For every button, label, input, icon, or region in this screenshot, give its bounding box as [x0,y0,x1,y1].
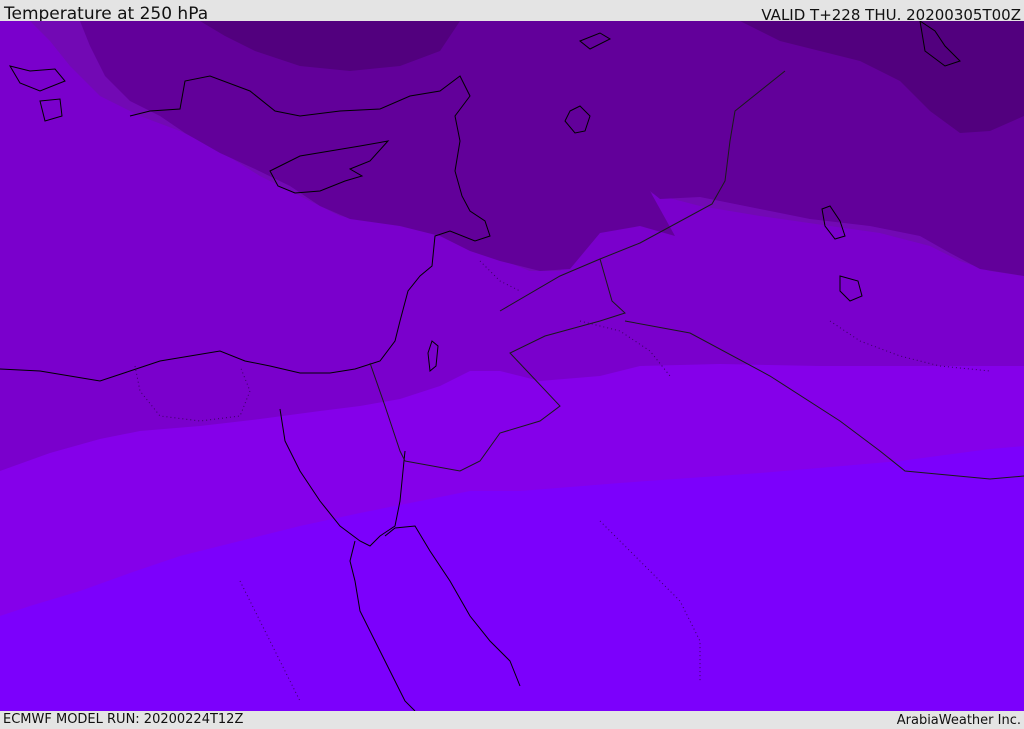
footer-bar: ECMWF MODEL RUN: 20200224T12Z ArabiaWeat… [0,711,1024,729]
map-frame: Temperature at 250 hPa VALID T+228 THU. … [0,0,1024,729]
model-run-label: ECMWF MODEL RUN: 20200224T12Z [3,712,244,727]
temperature-map [0,21,1024,711]
credit-label: ArabiaWeather Inc. [896,713,1021,728]
header-bar: Temperature at 250 hPa VALID T+228 THU. … [0,0,1024,24]
